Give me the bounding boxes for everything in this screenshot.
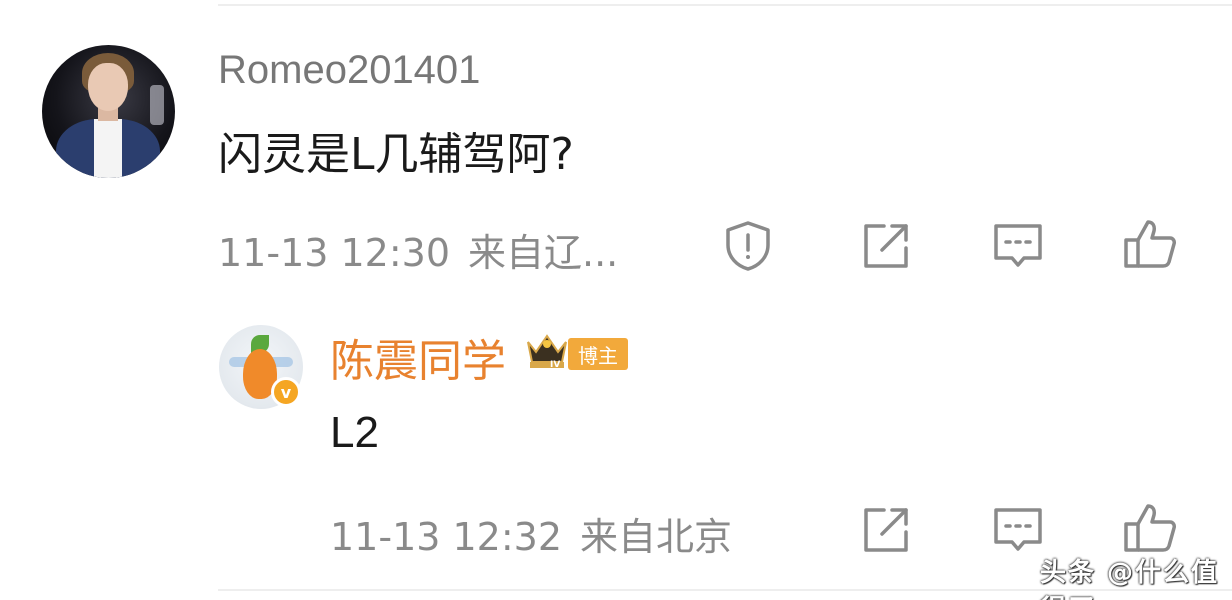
reply-time: 11-13 12:32 (330, 515, 563, 559)
watermark: 头条 @什么值得买 (1040, 558, 1220, 600)
reply-thumbs-up-icon[interactable] (1122, 500, 1178, 556)
comment-meta: 11-13 12:30 来自辽... (218, 222, 618, 277)
comment-time: 11-13 12:30 (218, 231, 451, 275)
reply-text: L2 (330, 408, 379, 457)
blogger-badge: 博主 (568, 338, 628, 370)
comment-icon[interactable] (990, 218, 1046, 274)
comment-text: 闪灵是L几辅驾阿? (218, 129, 574, 180)
blogger-avatar[interactable]: v (219, 325, 303, 409)
avatar-background-light (150, 85, 164, 125)
blogger-username[interactable]: 陈震同学 (330, 325, 506, 389)
avatar-face (88, 63, 128, 111)
report-icon[interactable] (720, 218, 776, 274)
reply-location: 来自北京 (580, 515, 733, 559)
avatar-shirt (94, 119, 122, 178)
bottom-divider (218, 589, 1232, 591)
verified-badge-icon: v (271, 377, 301, 407)
thumbs-up-icon[interactable] (1122, 216, 1178, 272)
reply-comment-icon[interactable] (990, 502, 1046, 558)
commenter-username[interactable]: Romeo201401 (218, 48, 480, 93)
share-icon[interactable] (858, 218, 914, 274)
crown-level-icon: IV (524, 330, 570, 372)
user-avatar[interactable] (42, 45, 175, 178)
comment-location: 来自辽... (468, 231, 619, 275)
top-divider (218, 4, 1232, 6)
reply-meta: 11-13 12:32 来自北京 (330, 506, 732, 561)
level-text: IV (550, 360, 560, 370)
reply-share-icon[interactable] (858, 502, 914, 558)
